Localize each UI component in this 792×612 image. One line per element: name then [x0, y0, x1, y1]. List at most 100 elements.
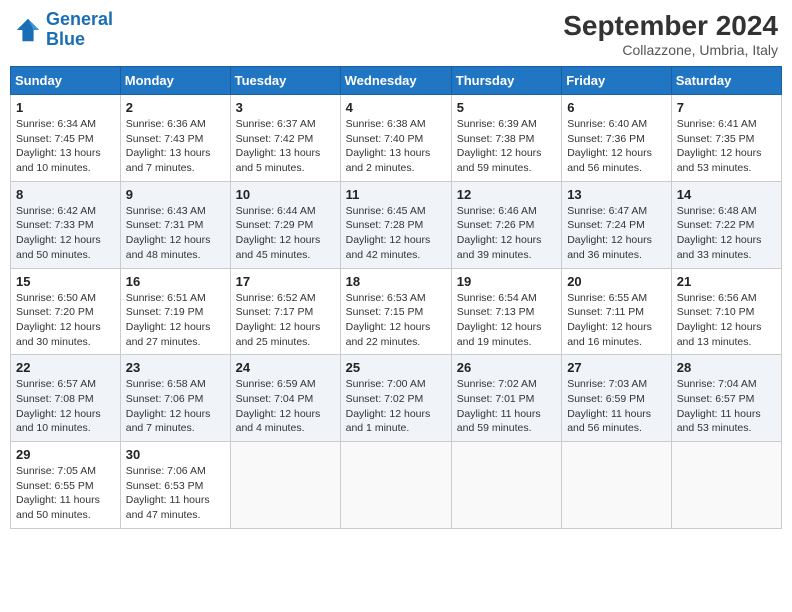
calendar-cell: 6 Sunrise: 6:40 AMSunset: 7:36 PMDaylight…: [562, 95, 672, 182]
page-header: General Blue September 2024 Collazzone, …: [10, 10, 782, 58]
day-number: 17: [236, 274, 335, 289]
calendar-cell: [671, 442, 781, 529]
day-number: 6: [567, 100, 666, 115]
day-number: 3: [236, 100, 335, 115]
day-number: 19: [457, 274, 556, 289]
day-number: 1: [16, 100, 115, 115]
calendar-header: SundayMondayTuesdayWednesdayThursdayFrid…: [11, 67, 782, 95]
day-number: 5: [457, 100, 556, 115]
day-info: Sunrise: 6:52 AMSunset: 7:17 PMDaylight:…: [236, 291, 335, 350]
day-number: 4: [346, 100, 446, 115]
day-info: Sunrise: 6:47 AMSunset: 7:24 PMDaylight:…: [567, 204, 666, 263]
calendar-table: SundayMondayTuesdayWednesdayThursdayFrid…: [10, 66, 782, 529]
calendar-cell: [562, 442, 672, 529]
day-info: Sunrise: 6:38 AMSunset: 7:40 PMDaylight:…: [346, 117, 446, 176]
day-number: 13: [567, 187, 666, 202]
day-number: 10: [236, 187, 335, 202]
calendar-cell: 3 Sunrise: 6:37 AMSunset: 7:42 PMDaylight…: [230, 95, 340, 182]
calendar-cell: 27 Sunrise: 7:03 AMSunset: 6:59 PMDayligh…: [562, 355, 672, 442]
day-number: 16: [126, 274, 225, 289]
calendar-cell: 1 Sunrise: 6:34 AMSunset: 7:45 PMDaylight…: [11, 95, 121, 182]
day-number: 21: [677, 274, 776, 289]
calendar-cell: 24 Sunrise: 6:59 AMSunset: 7:04 PMDayligh…: [230, 355, 340, 442]
calendar-week-2: 8 Sunrise: 6:42 AMSunset: 7:33 PMDaylight…: [11, 181, 782, 268]
day-info: Sunrise: 6:43 AMSunset: 7:31 PMDaylight:…: [126, 204, 225, 263]
calendar-week-1: 1 Sunrise: 6:34 AMSunset: 7:45 PMDaylight…: [11, 95, 782, 182]
calendar-cell: [230, 442, 340, 529]
day-number: 29: [16, 447, 115, 462]
title-block: September 2024 Collazzone, Umbria, Italy: [563, 10, 778, 58]
day-info: Sunrise: 6:58 AMSunset: 7:06 PMDaylight:…: [126, 377, 225, 436]
calendar-cell: 26Sunrise: 7:02 AMSunset: 7:01 PMDayligh…: [451, 355, 561, 442]
calendar-cell: 19 Sunrise: 6:54 AMSunset: 7:13 PMDayligh…: [451, 268, 561, 355]
day-number: 20: [567, 274, 666, 289]
logo-text: General Blue: [46, 10, 113, 50]
calendar-cell: 23 Sunrise: 6:58 AMSunset: 7:06 PMDayligh…: [120, 355, 230, 442]
calendar-cell: 10Sunrise: 6:44 AMSunset: 7:29 PMDayligh…: [230, 181, 340, 268]
calendar-cell: 20Sunrise: 6:55 AMSunset: 7:11 PMDayligh…: [562, 268, 672, 355]
calendar-cell: 15 Sunrise: 6:50 AMSunset: 7:20 PMDayligh…: [11, 268, 121, 355]
logo-line2: Blue: [46, 29, 85, 49]
calendar-cell: 5 Sunrise: 6:39 AMSunset: 7:38 PMDaylight…: [451, 95, 561, 182]
day-number: 2: [126, 100, 225, 115]
day-info: Sunrise: 6:34 AMSunset: 7:45 PMDaylight:…: [16, 117, 115, 176]
calendar-week-5: 29 Sunrise: 7:05 AMSunset: 6:55 PMDayligh…: [11, 442, 782, 529]
location-subtitle: Collazzone, Umbria, Italy: [563, 42, 778, 58]
calendar-cell: 8 Sunrise: 6:42 AMSunset: 7:33 PMDaylight…: [11, 181, 121, 268]
day-number: 14: [677, 187, 776, 202]
day-info: Sunrise: 6:40 AMSunset: 7:36 PMDaylight:…: [567, 117, 666, 176]
calendar-cell: 25 Sunrise: 7:00 AMSunset: 7:02 PMDayligh…: [340, 355, 451, 442]
col-header-tuesday: Tuesday: [230, 67, 340, 95]
day-number: 23: [126, 360, 225, 375]
calendar-cell: 7 Sunrise: 6:41 AMSunset: 7:35 PMDaylight…: [671, 95, 781, 182]
day-number: 8: [16, 187, 115, 202]
calendar-cell: 11Sunrise: 6:45 AMSunset: 7:28 PMDayligh…: [340, 181, 451, 268]
calendar-week-3: 15 Sunrise: 6:50 AMSunset: 7:20 PMDayligh…: [11, 268, 782, 355]
col-header-friday: Friday: [562, 67, 672, 95]
day-info: Sunrise: 6:42 AMSunset: 7:33 PMDaylight:…: [16, 204, 115, 263]
day-number: 22: [16, 360, 115, 375]
calendar-cell: 17 Sunrise: 6:52 AMSunset: 7:17 PMDayligh…: [230, 268, 340, 355]
day-info: Sunrise: 6:41 AMSunset: 7:35 PMDaylight:…: [677, 117, 776, 176]
day-number: 24: [236, 360, 335, 375]
day-info: Sunrise: 6:37 AMSunset: 7:42 PMDaylight:…: [236, 117, 335, 176]
col-header-monday: Monday: [120, 67, 230, 95]
col-header-saturday: Saturday: [671, 67, 781, 95]
day-info: Sunrise: 6:48 AMSunset: 7:22 PMDaylight:…: [677, 204, 776, 263]
day-number: 7: [677, 100, 776, 115]
calendar-cell: 18 Sunrise: 6:53 AMSunset: 7:15 PMDayligh…: [340, 268, 451, 355]
day-info: Sunrise: 6:53 AMSunset: 7:15 PMDaylight:…: [346, 291, 446, 350]
day-info: Sunrise: 7:05 AMSunset: 6:55 PMDaylight:…: [16, 464, 115, 523]
logo-icon: [14, 16, 42, 44]
day-number: 25: [346, 360, 446, 375]
col-header-sunday: Sunday: [11, 67, 121, 95]
calendar-cell: 16Sunrise: 6:51 AMSunset: 7:19 PMDayligh…: [120, 268, 230, 355]
month-title: September 2024: [563, 10, 778, 42]
day-info: Sunrise: 6:39 AMSunset: 7:38 PMDaylight:…: [457, 117, 556, 176]
day-info: Sunrise: 6:50 AMSunset: 7:20 PMDaylight:…: [16, 291, 115, 350]
day-info: Sunrise: 7:03 AMSunset: 6:59 PMDaylight:…: [567, 377, 666, 436]
day-info: Sunrise: 7:04 AMSunset: 6:57 PMDaylight:…: [677, 377, 776, 436]
day-number: 30: [126, 447, 225, 462]
day-info: Sunrise: 6:46 AMSunset: 7:26 PMDaylight:…: [457, 204, 556, 263]
day-number: 11: [346, 187, 446, 202]
logo-line1: General: [46, 9, 113, 29]
day-number: 15: [16, 274, 115, 289]
day-info: Sunrise: 6:54 AMSunset: 7:13 PMDaylight:…: [457, 291, 556, 350]
day-number: 27: [567, 360, 666, 375]
day-info: Sunrise: 7:06 AMSunset: 6:53 PMDaylight:…: [126, 464, 225, 523]
calendar-cell: 21Sunrise: 6:56 AMSunset: 7:10 PMDayligh…: [671, 268, 781, 355]
day-info: Sunrise: 6:36 AMSunset: 7:43 PMDaylight:…: [126, 117, 225, 176]
calendar-cell: 28Sunrise: 7:04 AMSunset: 6:57 PMDayligh…: [671, 355, 781, 442]
calendar-cell: 14 Sunrise: 6:48 AMSunset: 7:22 PMDayligh…: [671, 181, 781, 268]
calendar-cell: 29 Sunrise: 7:05 AMSunset: 6:55 PMDayligh…: [11, 442, 121, 529]
day-info: Sunrise: 6:59 AMSunset: 7:04 PMDaylight:…: [236, 377, 335, 436]
day-number: 18: [346, 274, 446, 289]
calendar-cell: 2 Sunrise: 6:36 AMSunset: 7:43 PMDaylight…: [120, 95, 230, 182]
calendar-cell: 30 Sunrise: 7:06 AMSunset: 6:53 PMDayligh…: [120, 442, 230, 529]
calendar-week-4: 22Sunrise: 6:57 AMSunset: 7:08 PMDayligh…: [11, 355, 782, 442]
calendar-cell: [340, 442, 451, 529]
calendar-cell: 22Sunrise: 6:57 AMSunset: 7:08 PMDayligh…: [11, 355, 121, 442]
day-info: Sunrise: 7:00 AMSunset: 7:02 PMDaylight:…: [346, 377, 446, 436]
col-header-wednesday: Wednesday: [340, 67, 451, 95]
